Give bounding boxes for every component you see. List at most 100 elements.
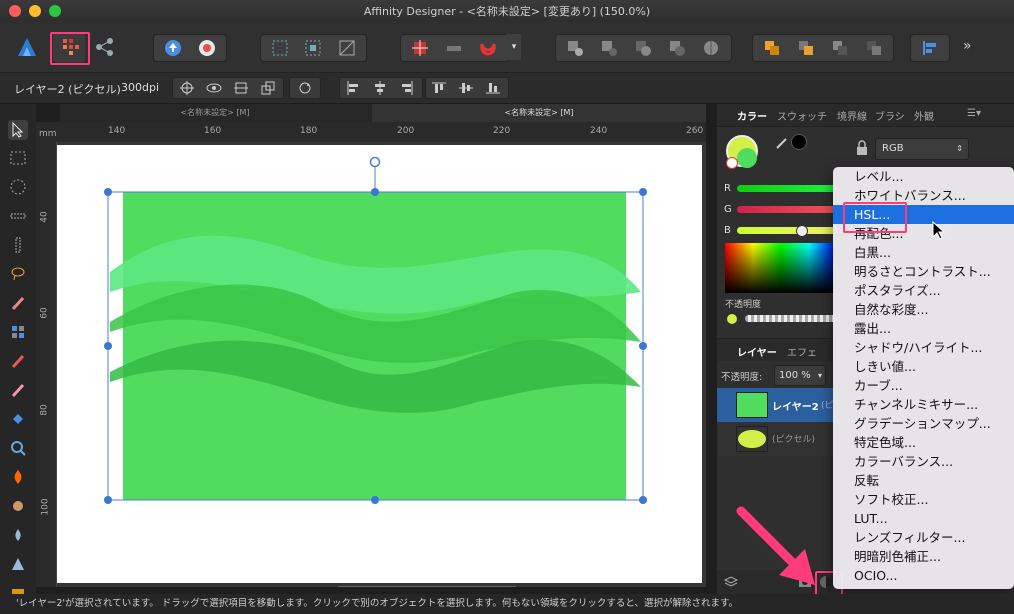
send-back-icon[interactable] [861, 35, 887, 61]
row-marquee-icon[interactable] [8, 206, 28, 226]
artboard[interactable] [57, 142, 706, 587]
divide-shape-icon[interactable] [698, 35, 724, 61]
menu-item-exposure[interactable]: 露出... [833, 319, 1014, 338]
column-marquee-icon[interactable] [8, 235, 28, 255]
sharpen-icon[interactable] [8, 554, 28, 574]
menu-item-brightness-contrast[interactable]: 明るさとコントラスト... [833, 262, 1014, 281]
tab-appearance[interactable]: 外観 [914, 108, 934, 123]
tab-color[interactable]: カラー [737, 108, 767, 123]
target-icon[interactable] [179, 80, 195, 96]
xor-shape-icon[interactable] [664, 35, 690, 61]
layer-opacity-select[interactable]: 100 % ▾ [774, 365, 826, 386]
align-right-icon[interactable] [399, 80, 415, 96]
burn-icon[interactable] [8, 467, 28, 487]
rect-marquee-icon[interactable] [8, 148, 28, 168]
layer-row[interactable]: レイヤー2 (ピ [717, 388, 837, 422]
menu-item-channel-mixer[interactable]: チャンネルミキサー... [833, 395, 1014, 414]
send-backward-icon[interactable] [827, 35, 853, 61]
bring-front-icon[interactable] [759, 35, 785, 61]
menu-item-vibrance[interactable]: 自然な彩度... [833, 300, 1014, 319]
doc-tab-1[interactable]: <名称未設定> [M] [60, 104, 370, 122]
tab-brushes[interactable]: ブラシ [875, 108, 905, 123]
eyedropper-icon[interactable] [775, 135, 789, 149]
menu-item-black-white[interactable]: 白黒... [833, 243, 1014, 262]
zoom-icon[interactable] [8, 438, 28, 458]
align-icon[interactable] [917, 35, 943, 61]
color-spectrum[interactable] [725, 243, 837, 293]
more-toolbar-icon[interactable]: » [963, 38, 972, 54]
ellipse-marquee-icon[interactable] [8, 177, 28, 197]
move-tool-icon[interactable] [8, 120, 28, 140]
flood-select-icon[interactable] [8, 322, 28, 342]
assistant-icon[interactable] [194, 35, 220, 61]
lasso-icon[interactable] [8, 264, 28, 284]
menu-item-color-balance[interactable]: カラーバランス... [833, 452, 1014, 471]
b-slider[interactable] [737, 227, 837, 234]
menu-item-soft-proof[interactable]: ソフト校正... [833, 490, 1014, 509]
fit-icon[interactable] [233, 80, 249, 96]
smudge-icon[interactable] [8, 496, 28, 516]
rotate-icon[interactable] [297, 80, 313, 96]
blur-icon[interactable] [8, 525, 28, 545]
menu-item-ocio[interactable]: OCIO... [833, 566, 1014, 585]
eye-icon[interactable] [206, 80, 222, 96]
toolbar-group-snap [400, 34, 509, 62]
ruler-tick: 60 [39, 307, 50, 319]
magnet-icon[interactable] [475, 35, 501, 61]
b-slider-handle[interactable] [796, 225, 808, 237]
tab-effects[interactable]: エフェ [787, 344, 817, 359]
menu-item-gradient-map[interactable]: グラデーションマップ... [833, 414, 1014, 433]
menu-item-posterize[interactable]: ポスタライズ... [833, 281, 1014, 300]
fill-icon[interactable] [8, 409, 28, 429]
align-middle-icon[interactable] [458, 80, 474, 96]
menu-item-levels[interactable]: レベル... [833, 167, 1014, 186]
no-color-icon[interactable] [726, 157, 738, 169]
intersect-shape-icon[interactable] [630, 35, 656, 61]
align-top-icon[interactable] [431, 80, 447, 96]
tab-stroke[interactable]: 境界線 [837, 108, 867, 123]
add-shape-icon[interactable] [562, 35, 588, 61]
menu-item-invert[interactable]: 反転 [833, 471, 1014, 490]
menu-item-lens-filter[interactable]: レンズフィルター... [833, 528, 1014, 547]
snap-dropdown-icon[interactable]: ▾ [507, 34, 521, 60]
tab-layers[interactable]: レイヤー [737, 344, 777, 359]
layer-name: (ピクセル) [772, 435, 816, 445]
resize-icon[interactable] [260, 80, 276, 96]
menu-item-threshold[interactable]: しきい値... [833, 357, 1014, 376]
menu-item-selective-color[interactable]: 特定色域... [833, 433, 1014, 452]
tab-swatches[interactable]: スウォッチ [777, 108, 827, 123]
designer-persona-icon[interactable] [14, 34, 40, 60]
upload-icon[interactable] [160, 35, 186, 61]
menu-item-split-toning[interactable]: 明暗別色補正... [833, 547, 1014, 566]
export-persona-icon[interactable] [92, 35, 116, 59]
snap-box-icon[interactable] [300, 35, 326, 61]
align-center-icon[interactable] [372, 80, 388, 96]
grid-icon[interactable] [267, 35, 293, 61]
horizontal-scrollbar[interactable] [337, 586, 517, 587]
menu-item-curves[interactable]: カーブ... [833, 376, 1014, 395]
pixel-grid-icon[interactable] [407, 35, 433, 61]
transform-icon[interactable] [334, 35, 360, 61]
doc-tab-2[interactable]: <名称未設定> [M] [372, 104, 706, 122]
bring-forward-icon[interactable] [793, 35, 819, 61]
g-slider[interactable] [737, 206, 837, 213]
stroke-color-swatch[interactable] [737, 148, 757, 168]
highlight-box [843, 202, 907, 233]
lock-icon[interactable] [855, 140, 869, 156]
picked-color-swatch[interactable] [791, 134, 807, 150]
r-slider[interactable] [737, 185, 837, 192]
opacity-slider[interactable] [745, 315, 837, 322]
menu-item-shadows-highlights[interactable]: シャドウ/ハイライト... [833, 338, 1014, 357]
layer-row[interactable]: (ピクセル) [717, 422, 837, 456]
paint-brush-icon[interactable] [8, 351, 28, 371]
align-bottom-icon[interactable] [485, 80, 501, 96]
color-mode-select[interactable]: RGB ⇕ [875, 138, 969, 160]
align-left-icon[interactable] [345, 80, 361, 96]
subtract-shape-icon[interactable] [596, 35, 622, 61]
align-pixel-icon[interactable] [441, 35, 467, 61]
panel-menu-icon[interactable]: ☰▾ [967, 108, 981, 119]
menu-item-lut[interactable]: LUT... [833, 509, 1014, 528]
pencil-icon[interactable] [8, 380, 28, 400]
selection-brush-icon[interactable] [8, 293, 28, 313]
canvas-workspace[interactable] [57, 142, 706, 587]
